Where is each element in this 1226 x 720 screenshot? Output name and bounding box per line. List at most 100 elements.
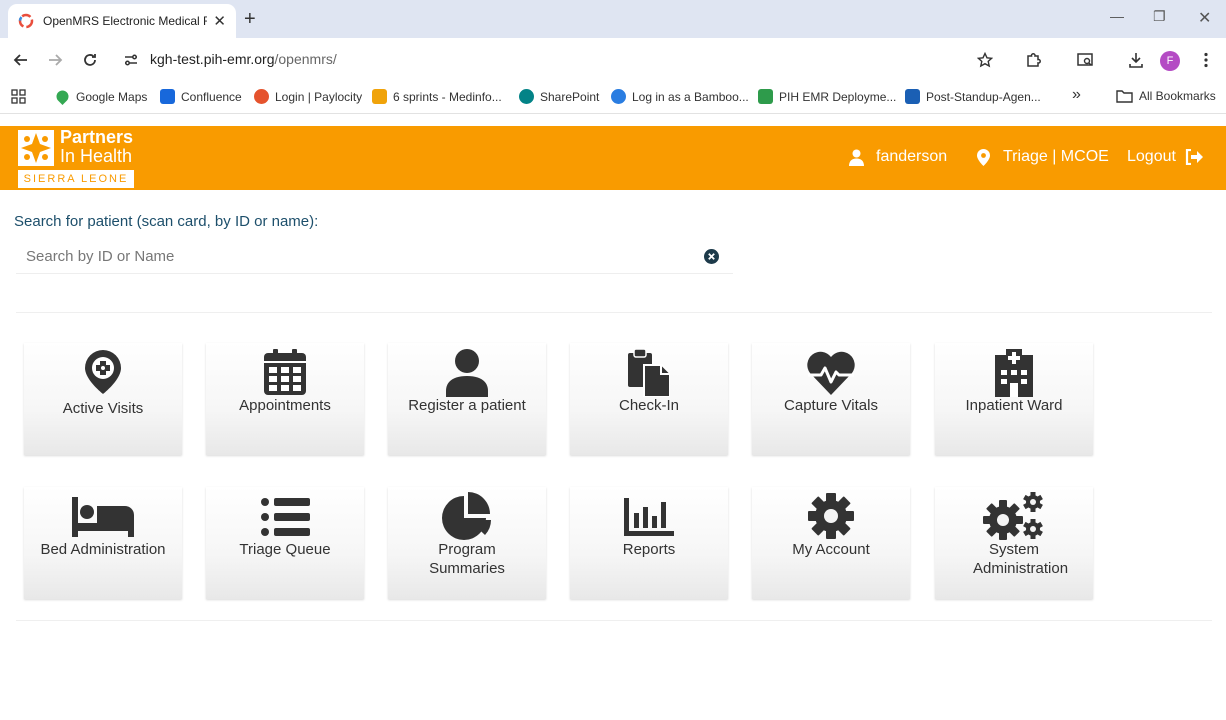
bookmark-star-button[interactable] (975, 50, 995, 70)
outlook-icon (905, 89, 920, 104)
bookmark-post-standup[interactable]: Post-Standup-Agen... (905, 89, 1041, 104)
user-icon (446, 349, 488, 397)
bookmark-label: Log in as a Bamboo... (632, 89, 749, 104)
username: fanderson (876, 148, 948, 165)
medinfo-icon (372, 89, 387, 104)
bookmark-label: 6 sprints - Medinfo... (393, 89, 502, 104)
bookmark-sharepoint[interactable]: SharePoint (519, 89, 599, 104)
app-register-patient[interactable]: Register a patient (388, 343, 546, 455)
location-menu[interactable]: Triage | MCOE (977, 148, 1109, 166)
app-program-summaries[interactable]: Program Summaries (388, 487, 546, 599)
profile-avatar[interactable]: F (1160, 51, 1180, 71)
app-capture-vitals[interactable]: Capture Vitals (752, 343, 910, 455)
forward-button[interactable] (45, 50, 65, 70)
app-label: Program Summaries (429, 541, 505, 577)
logout-link[interactable]: Logout (1127, 148, 1203, 166)
app-label: Active Visits (62, 400, 144, 417)
user-icon (849, 149, 864, 166)
user-menu[interactable]: fanderson (849, 148, 947, 166)
download-icon (1129, 53, 1143, 68)
heartbeat-icon (807, 351, 855, 395)
app-bed-administration[interactable]: Bed Administration (24, 487, 182, 599)
window-close-icon[interactable]: ✕ (1198, 8, 1211, 28)
logo-country-band: SIERRA LEONE (18, 170, 134, 188)
browser-toolbar: kgh-test.pih-emr.org/openmrs/ (0, 38, 1226, 82)
url-path: /openmrs/ (274, 51, 337, 67)
app-label: Triage Queue (239, 541, 331, 558)
browser-menu-button[interactable] (1196, 50, 1216, 70)
bookmark-label: PIH EMR Deployme... (779, 89, 897, 104)
tab-title: OpenMRS Electronic Medical R (43, 14, 208, 28)
all-bookmarks-label: All Bookmarks (1139, 89, 1216, 103)
bookmark-medinfo[interactable]: 6 sprints - Medinfo... (372, 89, 502, 104)
paylocity-icon (254, 89, 269, 104)
gears-icon (983, 492, 1043, 540)
bookmark-label: Login | Paylocity (275, 89, 363, 104)
app-label: My Account (792, 541, 870, 558)
patient-search (16, 240, 733, 274)
app-reports[interactable]: Reports (570, 487, 728, 599)
hospital-building-icon (995, 349, 1033, 397)
app-label: System Administration (973, 541, 1069, 577)
calendar-icon (264, 349, 306, 395)
app-inpatient-ward[interactable]: Inpatient Ward (935, 343, 1093, 455)
bookmark-pih-emr[interactable]: PIH EMR Deployme... (758, 89, 896, 104)
site-info-button[interactable] (121, 50, 141, 70)
bamboo-icon (611, 89, 626, 104)
tab-close-icon[interactable]: ✕ (213, 12, 226, 30)
tune-icon (125, 54, 137, 66)
app-appointments[interactable]: Appointments (206, 343, 364, 455)
downloads-button[interactable] (1126, 50, 1146, 70)
kebab-menu-icon (1204, 52, 1208, 68)
back-button[interactable] (11, 50, 31, 70)
search-label: Search for patient (scan card, by ID or … (14, 213, 319, 230)
logo-line-1: Partners (60, 127, 134, 147)
app-label: Check-In (618, 397, 680, 414)
apps-grid-icon (11, 89, 26, 104)
pih-logo-icon (18, 130, 54, 166)
confluence-icon (160, 89, 175, 104)
app-triage-queue[interactable]: Triage Queue (206, 487, 364, 599)
apps-grid-button[interactable] (11, 89, 26, 104)
new-tab-button[interactable]: + (244, 8, 256, 30)
current-location: Triage | MCOE (1003, 148, 1109, 165)
reload-button[interactable] (80, 50, 100, 70)
google-maps-icon (54, 88, 71, 105)
app-label: Register a patient (408, 397, 526, 414)
divider (16, 312, 1212, 313)
star-icon (977, 52, 993, 68)
more-bookmarks-button[interactable]: » (1072, 86, 1081, 104)
app-check-in[interactable]: Check-In (570, 343, 728, 455)
patient-search-input[interactable] (16, 240, 733, 273)
browser-tab[interactable]: OpenMRS Electronic Medical R ✕ (8, 4, 236, 38)
folder-icon (1116, 90, 1133, 103)
address-bar[interactable]: kgh-test.pih-emr.org/openmrs/ (150, 51, 337, 67)
tab-search-button[interactable] (1075, 50, 1095, 70)
restore-icon[interactable]: ❐ (1153, 8, 1166, 25)
bookmark-label: SharePoint (540, 89, 600, 104)
logo-line-2: In Health (60, 146, 133, 166)
bookmark-confluence[interactable]: Confluence (160, 89, 242, 104)
logo-wordmark: Partners In Health (60, 128, 133, 166)
browser-tab-bar: OpenMRS Electronic Medical R ✕ + — ❐ ✕ (0, 0, 1226, 38)
sign-out-icon (1185, 149, 1203, 165)
all-bookmarks-button[interactable]: All Bookmarks (1116, 89, 1216, 103)
app-label: Appointments (239, 397, 331, 414)
app-active-visits[interactable]: Active Visits (24, 343, 182, 455)
app-my-account[interactable]: My Account (752, 487, 910, 599)
clipboard-copy-icon (628, 349, 670, 397)
app-label: Bed Administration (40, 541, 166, 558)
app-system-administration[interactable]: System Administration (935, 487, 1093, 599)
bed-icon (72, 497, 134, 537)
app-label: Inpatient Ward (965, 397, 1063, 414)
tab-search-icon (1077, 53, 1093, 66)
app-label: Capture Vitals (784, 397, 878, 414)
bookmark-bamboo[interactable]: Log in as a Bamboo... (611, 89, 749, 104)
minimize-icon[interactable]: — (1110, 8, 1124, 24)
gear-icon (808, 493, 854, 539)
logout-label: Logout (1127, 148, 1176, 165)
bookmark-paylocity[interactable]: Login | Paylocity (254, 89, 362, 104)
clear-search-icon[interactable] (704, 249, 719, 264)
extensions-button[interactable] (1024, 50, 1044, 70)
bookmark-google-maps[interactable]: Google Maps (54, 88, 147, 105)
